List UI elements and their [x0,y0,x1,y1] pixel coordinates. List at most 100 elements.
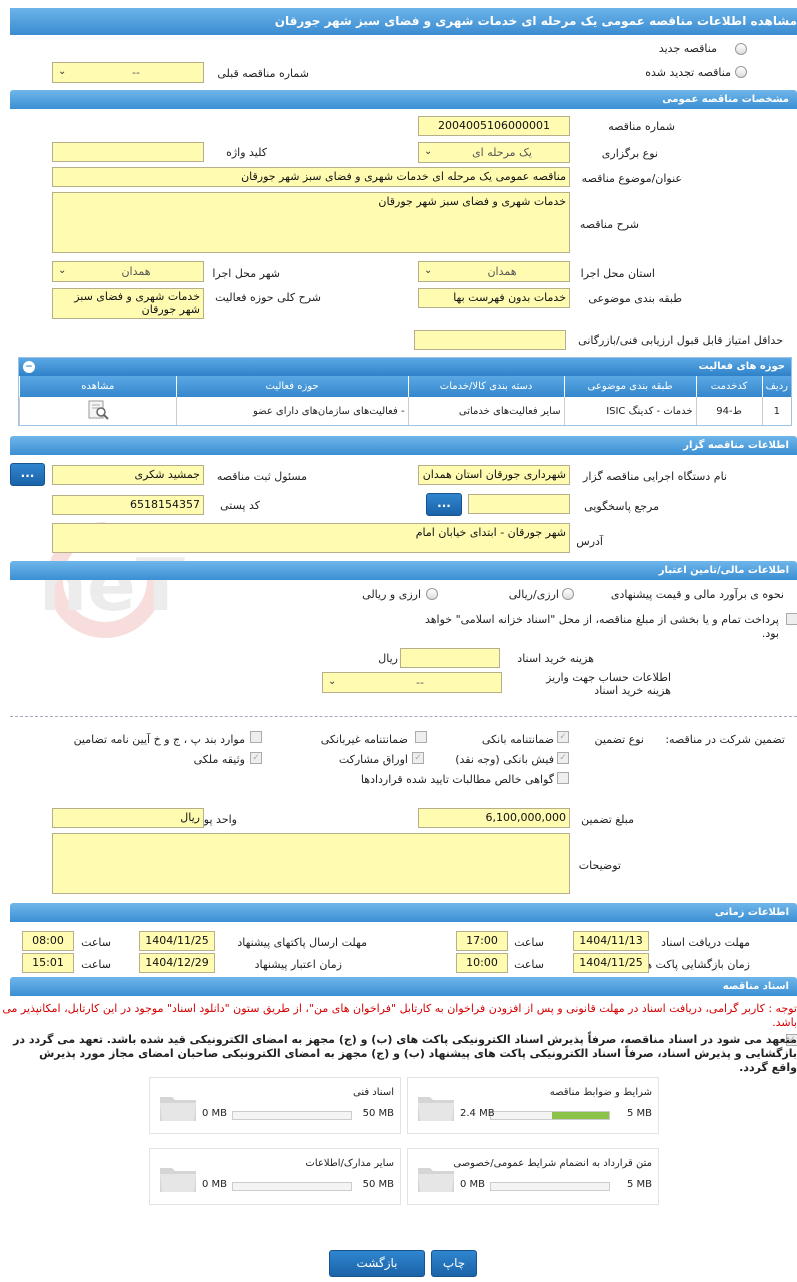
holding-type-label: نوع برگزاری [601,147,658,160]
postal-code-field[interactable]: 6518154357 [52,495,204,515]
responsible-more-button[interactable]: ... [10,463,45,486]
treasury-checkbox[interactable] [786,613,797,625]
province-select[interactable]: ⌄ همدان [418,261,570,282]
reference-field[interactable] [468,494,570,514]
doc-used-size: 0 MB [460,1179,486,1190]
doc-cost-field[interactable] [400,648,500,668]
prev-number-select[interactable]: ⌄ -- [52,62,204,83]
time-label: ساعت [514,958,544,971]
description-field[interactable]: خدمات شهری و فضای سبز شهر جورقان [52,192,570,253]
section-divider [10,716,797,717]
estimate-label: نحوه ی برآورد مالی و قیمت پیشنهادی [610,588,784,601]
subject-field[interactable]: مناقصه عمومی یک مرحله ای خدمات شهری و فض… [52,167,570,187]
doc-name: سایر مدارک/اطلاعات [305,1158,394,1169]
reference-select-button[interactable]: ... [426,493,462,516]
notes-field[interactable] [52,833,570,894]
view-details-icon[interactable] [86,399,110,421]
get-docs-time[interactable]: 17:00 [456,931,508,951]
category-label: طبقه بندی موضوعی [588,292,682,305]
submit-label: مهلت ارسال پاکتهای پیشنهاد [237,936,367,949]
province-label: استان محل اجرا [580,267,655,280]
row-field: - فعالیت‌های سازمان‌های دارای عضو [175,397,409,425]
validity-time[interactable]: 15:01 [22,953,74,973]
description-label: شرح مناقصه [579,218,639,231]
other-items-label: موارد بند پ ، ج و خ آیین نامه تضامین [73,733,245,746]
min-score-field[interactable] [414,330,566,350]
validity-label: زمان اعتبار پیشنهاد [254,958,342,971]
new-tender-radio[interactable] [735,43,747,55]
guarantee-amount-label: مبلغ تضمین [581,813,634,826]
account-label: اطلاعات حساب جهت واریز هزینه خرید اسناد [546,671,671,697]
submit-time[interactable]: 08:00 [22,931,74,951]
general-section-header: مشخصات مناقصه عمومی [10,90,797,109]
chevron-down-icon: ⌄ [58,66,67,77]
finance-section-header: اطلاعات مالی/تامین اعتبار [10,561,797,580]
estimate-option-2-label: ارزی و ریالی [362,588,421,601]
organizer-section-header: اطلاعات مناقصه گزار [10,436,797,455]
doc-cost-label: هزینه خرید اسناد [517,652,594,665]
scope-field[interactable]: خدمات شهری و فضای سبز شهر جورقان [52,288,204,319]
guarantee-amount-field[interactable]: 6,100,000,000 [418,808,570,828]
category-field[interactable]: خدمات بدون فهرست بها [418,288,570,308]
doc-card-terms[interactable]: شرایط و ضوابط مناقصه 2.4 MB 5 MB [407,1077,659,1134]
bank-guarantee-label: ضمانتنامه بانکی [481,733,554,746]
renewed-tender-radio[interactable] [735,66,747,78]
city-label: شهر محل اجرا [212,267,280,280]
view-cell[interactable] [19,397,177,425]
doc-name: اسناد فنی [353,1087,394,1098]
validity-date[interactable]: 1404/12/29 [139,953,215,973]
page-title: مشاهده اطلاعات مناقصه عمومی یک مرحله ای … [10,8,797,35]
new-tender-label: مناقصه جدید [658,42,717,55]
col-category: طبقه بندی موضوعی [563,376,697,397]
get-docs-date[interactable]: 1404/11/13 [573,931,649,951]
holding-type-select[interactable]: ⌄ یک مرحله ای [418,142,570,163]
bank-guarantee-checkbox[interactable]: ✓ [557,731,569,743]
activity-table: حوزه های فعالیت − ردیف کدخدمت طبقه بندی م… [18,357,792,426]
other-items-checkbox[interactable] [250,731,262,743]
back-button[interactable]: بازگشت [329,1250,425,1277]
print-button[interactable]: چاپ [431,1250,477,1277]
property-checkbox[interactable]: ✓ [250,752,262,764]
treasury-text: پرداخت تمام و یا بخشی از مبلغ مناقصه، از… [424,613,779,640]
chevron-down-icon: ⌄ [424,265,433,276]
doc-name: شرایط و ضوابط مناقصه [549,1087,652,1098]
bonds-checkbox[interactable]: ✓ [412,752,424,764]
upload-progress-bar [490,1111,610,1120]
cash-receipt-label: فیش بانکی (وجه نقد) [455,753,554,766]
notes-label: توضیحات [578,859,621,872]
responsible-field[interactable]: جمشید شکری [52,465,204,485]
organization-label: نام دستگاه اجرایی مناقصه گزار [583,470,727,483]
submit-date[interactable]: 1404/11/25 [139,931,215,951]
opening-time[interactable]: 10:00 [456,953,508,973]
commitment-text: متعهد می شود در اسناد مناقصه، صرفاً پذیر… [13,1033,797,1074]
currency-field[interactable]: ریال [52,808,204,828]
keyword-field[interactable] [52,142,204,162]
estimate-option-2-radio[interactable] [426,588,438,600]
doc-max-size: 50 MB [362,1108,394,1119]
doc-card-other[interactable]: سایر مدارک/اطلاعات 0 MB 50 MB [149,1148,401,1205]
city-select[interactable]: ⌄ همدان [52,261,204,282]
row-category: خدمات - کدینگ ISIC [563,397,697,425]
address-field[interactable]: شهر جورقان - ابتدای خیابان امام [52,523,570,553]
subject-label: عنوان/موضوع مناقصه [581,172,682,185]
doc-used-size: 0 MB [202,1179,228,1190]
property-label: وثیقه ملکی [193,753,245,766]
col-code: کدخدمت [695,376,763,397]
nonbank-guarantee-checkbox[interactable] [415,731,427,743]
doc-card-technical[interactable]: اسناد فنی 0 MB 50 MB [149,1077,401,1134]
doc-max-size: 5 MB [626,1179,652,1190]
tender-number-field[interactable]: 2004005106000001 [418,116,570,136]
collapse-toggle-icon[interactable]: − [23,361,35,373]
min-score-label: حداقل امتیاز قابل قبول ارزیابی فنی/بازرگ… [578,334,783,347]
time-label: ساعت [81,958,111,971]
upload-progress-bar [232,1182,352,1191]
timing-section-header: اطلاعات زمانی [10,903,797,922]
cash-receipt-checkbox[interactable]: ✓ [557,752,569,764]
account-select[interactable]: ⌄ -- [322,672,502,693]
doc-card-contract[interactable]: متن قرارداد به انضمام شرایط عمومی/خصوصی … [407,1148,659,1205]
opening-date[interactable]: 1404/11/25 [573,953,649,973]
organization-field[interactable]: شهرداری جورقان استان همدان [418,465,570,485]
estimate-option-1-radio[interactable] [562,588,574,600]
claims-certificate-checkbox[interactable] [557,772,569,784]
responsible-label: مسئول ثبت مناقصه [216,470,307,483]
